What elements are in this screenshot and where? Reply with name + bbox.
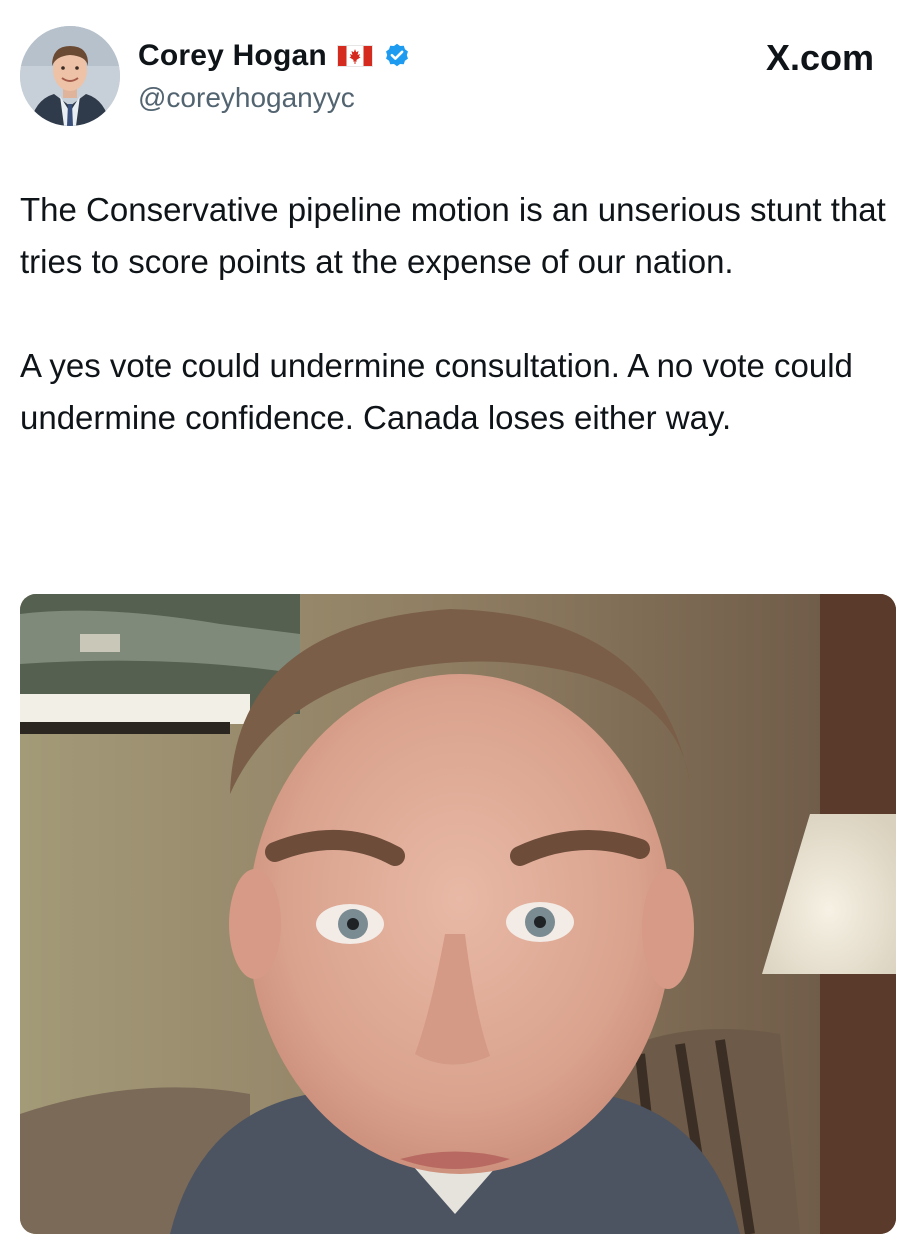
- author-handle[interactable]: @coreyhoganyyc: [138, 82, 355, 114]
- tweet-paragraph: The Conservative pipeline motion is an u…: [20, 191, 886, 280]
- verified-badge-icon: [383, 42, 411, 70]
- avatar-image: [20, 26, 120, 126]
- avatar[interactable]: [20, 26, 120, 126]
- author-display-name[interactable]: Corey Hogan: [138, 39, 327, 73]
- tweet-paragraph: A yes vote could undermine consultation.…: [20, 347, 853, 436]
- tweet-card: Corey Hogan @coreyhoganyyc X.com The Con…: [0, 0, 916, 1234]
- site-brand: X.com: [766, 36, 874, 80]
- tweet-text: The Conservative pipeline motion is an u…: [20, 184, 900, 496]
- author-name-row: Corey Hogan: [138, 36, 411, 76]
- video-thumbnail-image: [20, 594, 896, 1234]
- canada-flag-icon: [336, 45, 373, 67]
- brand-label: X.com: [765, 37, 874, 78]
- tweet-media-video[interactable]: [20, 594, 896, 1234]
